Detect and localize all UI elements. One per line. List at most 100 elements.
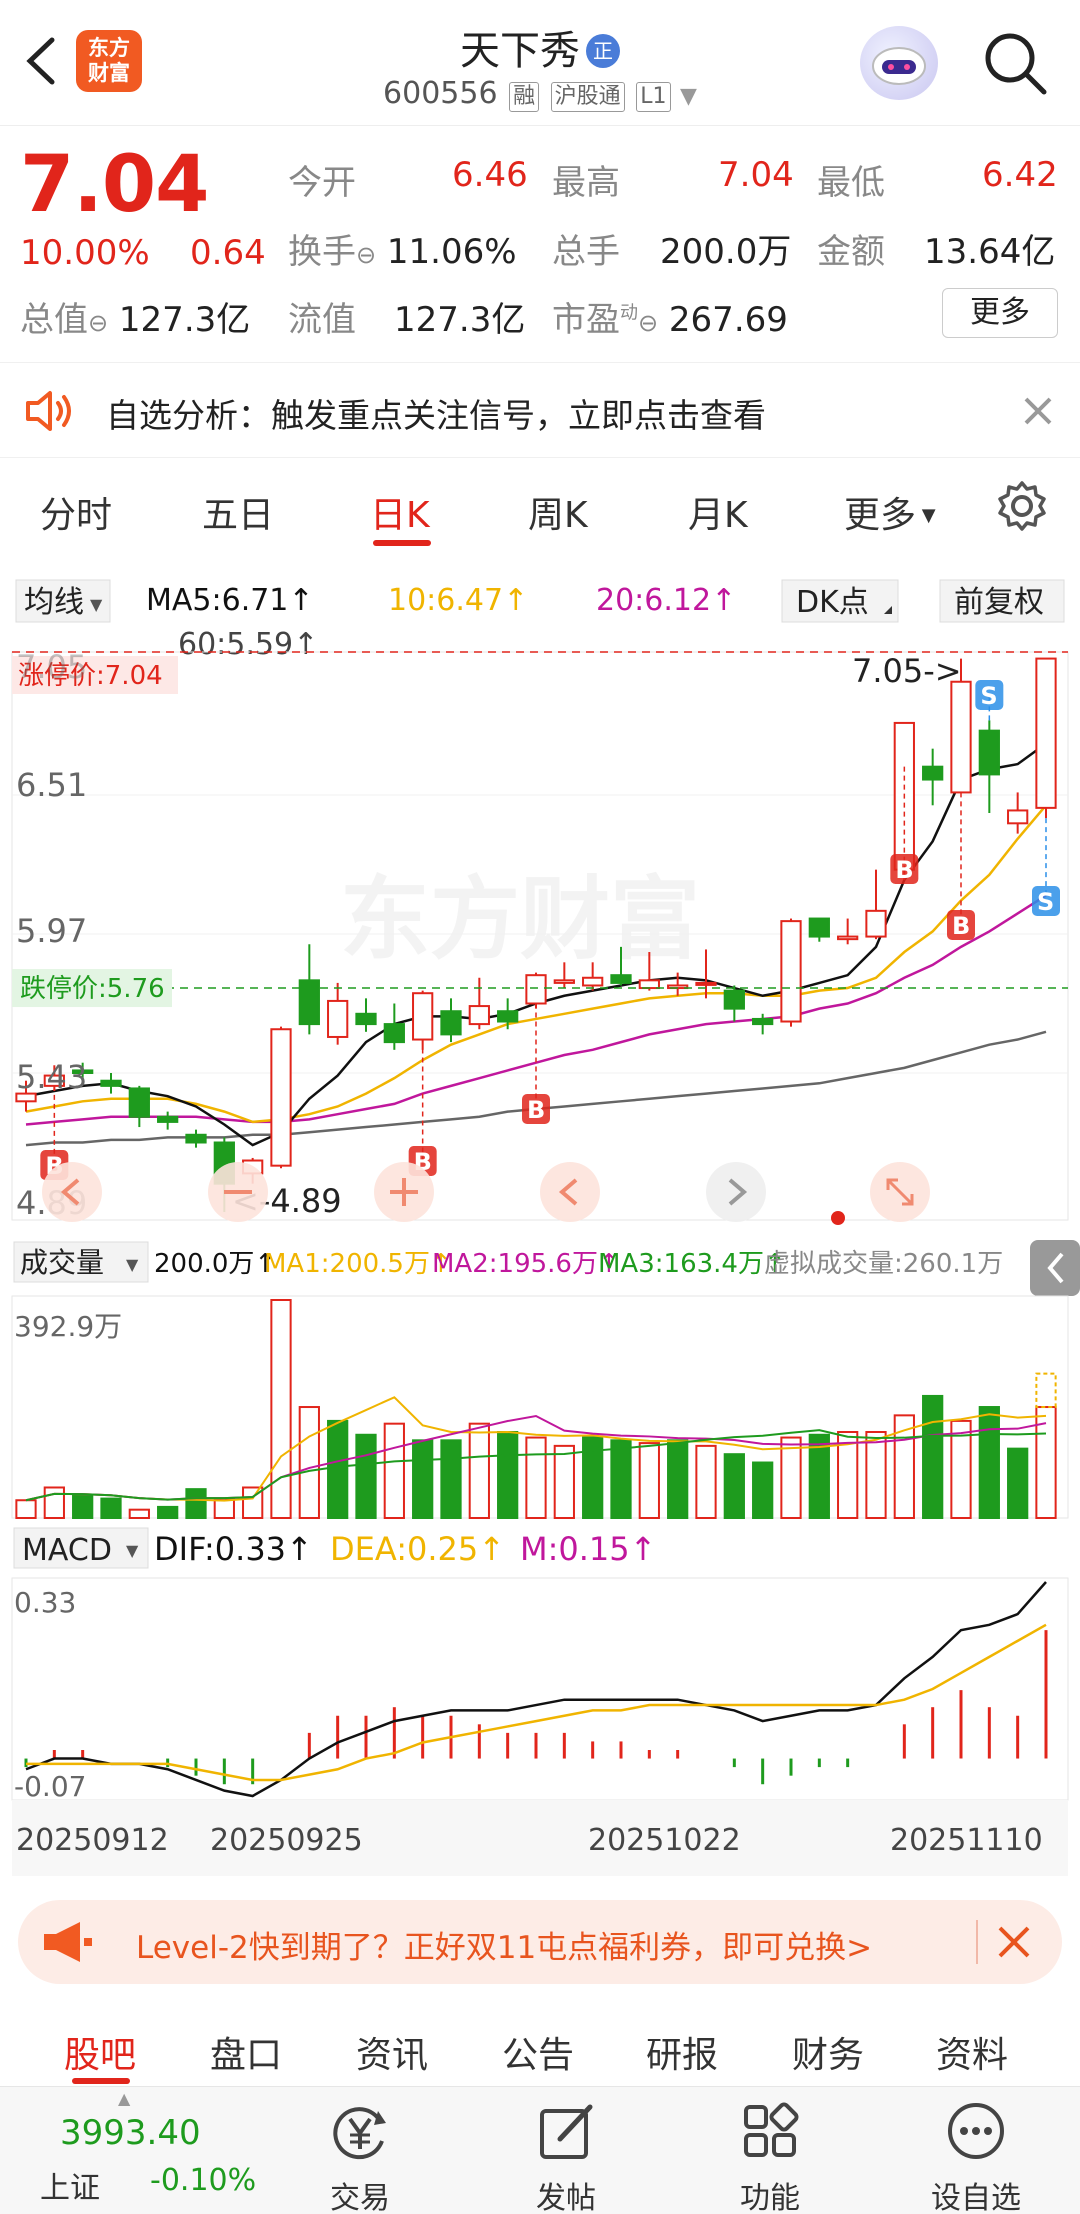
pe: 市盈动⊖ 267.69 bbox=[552, 300, 788, 340]
price-axis-label: 7.05 bbox=[16, 648, 87, 686]
bottom-tab-indicator bbox=[72, 2078, 130, 2084]
index-change: -0.10% bbox=[150, 2163, 257, 2198]
tab-five-day[interactable]: 五日 bbox=[202, 486, 274, 538]
candle-body bbox=[553, 979, 575, 984]
tab-intraday[interactable]: 分时 bbox=[40, 486, 112, 538]
tag-margin: 融 bbox=[509, 82, 540, 112]
candle-body bbox=[922, 765, 944, 781]
speaker-icon bbox=[26, 391, 71, 431]
bottom-tab-profile[interactable]: 资料 bbox=[936, 2026, 1008, 2078]
tab-more[interactable]: 更多 ▼ bbox=[844, 486, 936, 538]
signal-letter: B bbox=[895, 856, 913, 884]
volume-bar bbox=[327, 1419, 349, 1519]
stock-code: 600556 bbox=[383, 76, 498, 111]
dk-point-button[interactable]: DK点 bbox=[781, 579, 899, 623]
volume-bar bbox=[157, 1505, 179, 1519]
chevron-down-icon: ▼ bbox=[680, 84, 697, 109]
svg-text:DK点: DK点 bbox=[796, 585, 869, 620]
tab-daily-k[interactable]: 日K bbox=[370, 486, 430, 538]
volume-bar bbox=[667, 1439, 689, 1520]
collapse-panel-button[interactable] bbox=[1030, 1240, 1080, 1296]
candle bbox=[298, 944, 320, 1035]
candle bbox=[468, 977, 490, 1030]
candle bbox=[157, 1111, 179, 1130]
candle-body bbox=[808, 917, 830, 938]
volume-bar bbox=[978, 1406, 1000, 1519]
volume-ma3: MA3:163.4万↑ bbox=[598, 1249, 786, 1279]
nav-add-watchlist[interactable]: 设自选 bbox=[906, 2087, 1046, 2214]
candle bbox=[808, 917, 830, 942]
volume-bar bbox=[695, 1444, 717, 1519]
macd-lines bbox=[25, 1581, 1047, 1798]
high-value: 7.04 bbox=[718, 155, 794, 195]
next-candle-button[interactable] bbox=[706, 1162, 766, 1222]
volume-bar bbox=[298, 1406, 320, 1519]
candle bbox=[100, 1073, 122, 1094]
volume-bar bbox=[922, 1394, 944, 1519]
stock-chart[interactable]: 均线 ▼ MA5:6.71↑ 10:6.47↑ 20:6.12↑ 60:5.59… bbox=[0, 560, 1080, 1880]
change-percent: 10.00% bbox=[20, 233, 150, 273]
nav-functions[interactable]: 功能 bbox=[700, 2087, 840, 2214]
candle bbox=[723, 985, 745, 1022]
ma-selector[interactable]: 均线 ▼ bbox=[15, 579, 111, 623]
tab-weekly-k[interactable]: 周K bbox=[528, 486, 588, 538]
nav-add-watchlist-label: 设自选 bbox=[931, 2181, 1021, 2214]
bottom-tab-guba[interactable]: 股吧 bbox=[64, 2026, 136, 2078]
volume-bar bbox=[752, 1461, 774, 1519]
candle bbox=[270, 1026, 292, 1169]
analysis-notice[interactable]: 自选分析：触发重点关注信号，立即点击查看 bbox=[0, 362, 1080, 458]
candle-body bbox=[610, 974, 632, 984]
ma10-legend: 10:6.47↑ bbox=[388, 583, 528, 618]
candle-body bbox=[837, 935, 859, 941]
volume-bar bbox=[780, 1436, 802, 1519]
chart-scroll-left-button[interactable] bbox=[42, 1162, 102, 1222]
search-icon[interactable] bbox=[982, 30, 1048, 96]
bottom-tab-research[interactable]: 研报 bbox=[646, 2026, 718, 2078]
volume-selector[interactable]: 成交量 ▼ bbox=[13, 1241, 149, 1283]
close-icon[interactable] bbox=[1022, 395, 1054, 427]
close-promo-icon[interactable] bbox=[996, 1924, 1032, 1960]
stock-name: 天下秀 bbox=[460, 28, 580, 74]
volume-bar bbox=[638, 1442, 660, 1520]
tab-monthly-k[interactable]: 月K bbox=[688, 486, 748, 538]
assistant-avatar-icon[interactable] bbox=[860, 26, 938, 100]
more-quote-button[interactable]: 更多 bbox=[942, 288, 1058, 338]
volume-bar bbox=[412, 1439, 434, 1520]
functions-grid-icon bbox=[744, 2102, 799, 2157]
candle-body bbox=[950, 680, 972, 794]
zoom-in-button[interactable] bbox=[374, 1162, 434, 1222]
candle-body bbox=[440, 1010, 462, 1036]
macd-selector[interactable]: MACD ▼ bbox=[13, 1527, 149, 1569]
bottom-tab-finance[interactable]: 财务 bbox=[792, 2026, 864, 2078]
candle-body bbox=[638, 979, 660, 990]
macd-frame bbox=[11, 1577, 1069, 1801]
bottom-tab-announcements[interactable]: 公告 bbox=[502, 2026, 574, 2078]
macd-axis-top: 0.33 bbox=[14, 1586, 76, 1619]
volume-bar bbox=[1007, 1447, 1029, 1519]
index-ticker[interactable]: ▲ 3993.40 上证 -0.10% bbox=[0, 2087, 260, 2214]
nav-post[interactable]: 发帖 bbox=[496, 2087, 636, 2214]
previous-candle-button[interactable] bbox=[540, 1162, 600, 1222]
svg-text:均线: 均线 bbox=[24, 585, 84, 620]
date-label: 20250925 bbox=[210, 1823, 363, 1858]
fullscreen-button[interactable] bbox=[870, 1162, 930, 1222]
settings-gear-icon[interactable] bbox=[996, 480, 1048, 532]
last-price: 7.04 bbox=[20, 140, 209, 230]
candle bbox=[327, 982, 349, 1045]
float-label: 流值 bbox=[288, 300, 356, 340]
edit-post-icon bbox=[540, 2104, 593, 2159]
zoom-out-button[interactable] bbox=[208, 1162, 268, 1222]
candle bbox=[525, 972, 547, 1009]
macd-m: M:0.15↑ bbox=[520, 1530, 656, 1568]
candle-body bbox=[1035, 657, 1057, 809]
nav-trade[interactable]: 交易 bbox=[290, 2087, 430, 2214]
candle-body bbox=[412, 992, 434, 1041]
bottom-tab-news[interactable]: 资讯 bbox=[356, 2026, 428, 2078]
bottom-tab-pankou[interactable]: 盘口 bbox=[210, 2026, 282, 2078]
candle bbox=[383, 1003, 405, 1050]
svg-text:跌停价:5.76: 跌停价:5.76 bbox=[20, 974, 165, 1004]
date-label: 20251022 bbox=[588, 1823, 741, 1858]
level2-promo-banner[interactable]: Level-2快到期了？正好双11屯点福利券，即可兑换> bbox=[18, 1900, 1062, 1984]
macd_dif-line bbox=[25, 1581, 1047, 1798]
adjust-price-button[interactable]: 前复权 bbox=[939, 579, 1065, 623]
